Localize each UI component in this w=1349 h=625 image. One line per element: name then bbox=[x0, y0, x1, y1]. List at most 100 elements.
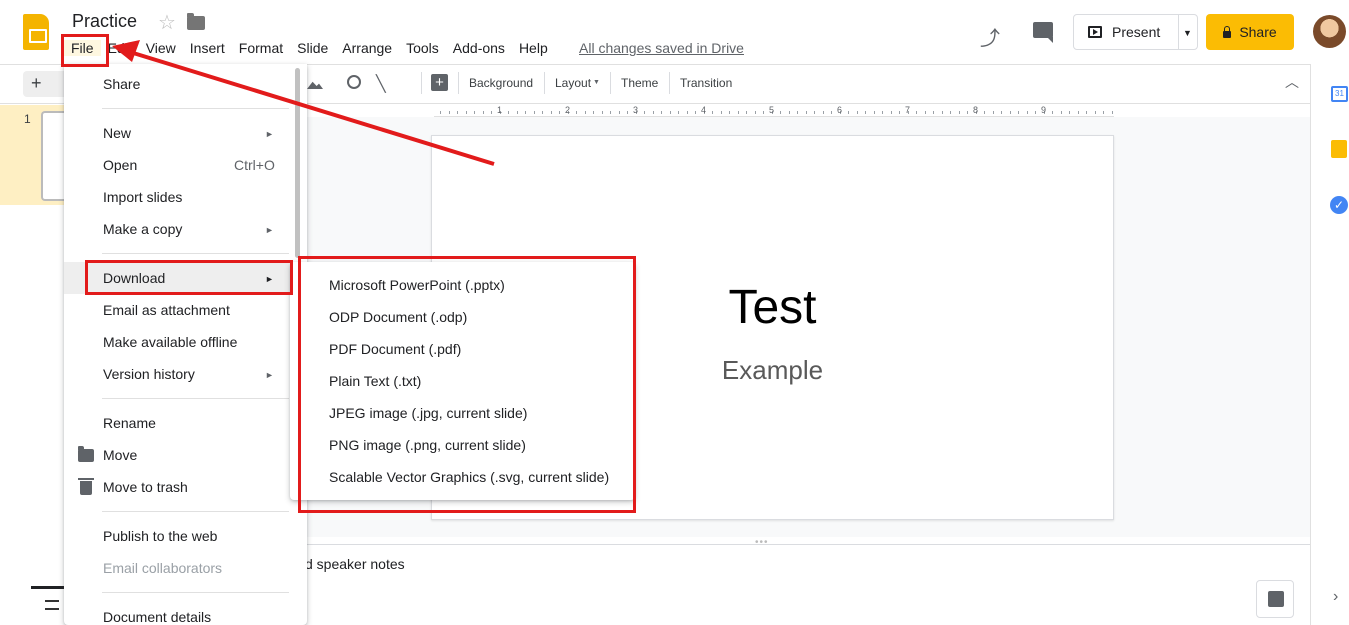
ruler-tick bbox=[457, 111, 458, 114]
notes-resize-handle[interactable]: ••• bbox=[755, 537, 769, 548]
save-status-link[interactable]: All changes saved in Drive bbox=[579, 40, 744, 56]
lock-icon bbox=[1223, 25, 1232, 38]
menu-item-import-slides[interactable]: Import slides bbox=[103, 189, 182, 205]
menu-item-document-details[interactable]: Document details bbox=[103, 609, 211, 625]
add-comment-icon[interactable]: + bbox=[431, 74, 448, 91]
ruler-tick bbox=[533, 111, 535, 114]
ruler-tick bbox=[1035, 111, 1036, 114]
chevron-down-icon[interactable]: ▼ bbox=[1183, 28, 1192, 38]
menu-help[interactable]: Help bbox=[512, 40, 555, 56]
ruler-tick bbox=[661, 111, 662, 114]
ruler-number: 1 bbox=[497, 105, 503, 115]
menu-item-move-to-trash[interactable]: Move to trash bbox=[103, 479, 188, 495]
ruler-tick bbox=[508, 111, 509, 114]
toolbar-divider bbox=[610, 72, 611, 94]
ruler-tick bbox=[669, 111, 671, 114]
menu-divider bbox=[102, 511, 289, 512]
present-label: Present bbox=[1112, 24, 1161, 40]
menu-bar: File Edit View Insert Format Slide Arran… bbox=[64, 38, 555, 58]
ruler-tick bbox=[984, 111, 985, 114]
new-slide-button[interactable]: + bbox=[23, 71, 68, 97]
submenu-arrow-icon: ► bbox=[265, 370, 274, 380]
menu-item-share[interactable]: Share bbox=[103, 76, 140, 92]
line-icon[interactable]: ╲ bbox=[376, 74, 386, 94]
view-tab-indicator bbox=[31, 586, 65, 589]
menu-addons[interactable]: Add-ons bbox=[446, 40, 512, 56]
keep-icon[interactable] bbox=[1331, 140, 1347, 158]
present-icon bbox=[1088, 26, 1102, 38]
menu-item-email-as-attachment[interactable]: Email as attachment bbox=[103, 302, 230, 318]
ruler-number: 6 bbox=[837, 105, 843, 115]
plus-icon: + bbox=[31, 73, 42, 93]
document-title[interactable]: Practice bbox=[72, 11, 137, 32]
ruler-tick bbox=[814, 111, 815, 114]
ruler-tick bbox=[482, 111, 484, 114]
menu-insert[interactable]: Insert bbox=[183, 40, 232, 56]
folder-icon bbox=[78, 446, 94, 462]
toolbar-divider bbox=[458, 72, 459, 94]
menu-item-publish-to-the-web[interactable]: Publish to the web bbox=[103, 528, 217, 544]
menu-scrollbar[interactable] bbox=[295, 68, 300, 258]
ruler-tick bbox=[584, 111, 586, 114]
theme-button[interactable]: Theme bbox=[621, 76, 658, 90]
ruler-tick bbox=[1103, 111, 1104, 114]
chevron-right-icon[interactable]: › bbox=[1333, 588, 1338, 606]
slides-logo-icon[interactable] bbox=[23, 14, 49, 50]
ruler-tick bbox=[763, 111, 764, 114]
ruler-tick bbox=[856, 111, 858, 114]
ruler-tick bbox=[780, 111, 781, 114]
menu-item-move[interactable]: Move bbox=[103, 447, 137, 463]
menu-divider bbox=[102, 108, 289, 109]
menu-divider bbox=[102, 398, 289, 399]
shape-icon[interactable] bbox=[347, 75, 361, 89]
share-button[interactable]: Share bbox=[1206, 14, 1294, 50]
ruler-number: 5 bbox=[769, 105, 775, 115]
menu-arrange[interactable]: Arrange bbox=[335, 40, 399, 56]
folder-icon[interactable] bbox=[187, 13, 205, 30]
present-button[interactable]: Present ▼ bbox=[1073, 14, 1198, 50]
calendar-icon[interactable]: 31 bbox=[1331, 86, 1348, 102]
ruler-tick bbox=[1018, 111, 1019, 114]
menu-item-version-history[interactable]: Version history bbox=[103, 366, 195, 382]
menu-item-rename[interactable]: Rename bbox=[103, 415, 156, 431]
speaker-notes-placeholder[interactable]: d speaker notes bbox=[305, 556, 405, 572]
layout-button[interactable]: Layout bbox=[555, 76, 591, 90]
menu-item-make-a-copy[interactable]: Make a copy bbox=[103, 221, 182, 237]
activity-trend-icon[interactable]: ⤴ bbox=[980, 22, 1000, 51]
annotation-box-file bbox=[61, 34, 109, 67]
menu-slide[interactable]: Slide bbox=[290, 40, 335, 56]
ruler-tick bbox=[1026, 111, 1028, 114]
ruler-tick bbox=[601, 111, 603, 114]
slide-number: 1 bbox=[24, 112, 31, 126]
menu-item-make-available-offline[interactable]: Make available offline bbox=[103, 334, 237, 350]
ruler-tick bbox=[958, 111, 960, 114]
ruler-tick bbox=[822, 111, 824, 114]
present-divider bbox=[1178, 15, 1179, 49]
ruler-tick bbox=[933, 111, 934, 114]
menu-item-open[interactable]: Open bbox=[103, 157, 137, 173]
tasks-icon[interactable]: ✓ bbox=[1330, 196, 1348, 214]
transition-button[interactable]: Transition bbox=[680, 76, 732, 90]
ruler-tick bbox=[618, 111, 620, 114]
comment-icon[interactable] bbox=[1033, 22, 1053, 43]
menu-tools[interactable]: Tools bbox=[399, 40, 446, 56]
ruler-number: 9 bbox=[1041, 105, 1047, 115]
avatar[interactable] bbox=[1313, 15, 1346, 48]
annotation-box-submenu bbox=[298, 256, 636, 513]
ruler-tick bbox=[1077, 111, 1079, 114]
menu-item-new[interactable]: New bbox=[103, 125, 131, 141]
background-button[interactable]: Background bbox=[469, 76, 533, 90]
ruler-tick bbox=[627, 111, 628, 114]
star-icon[interactable]: ☆ bbox=[158, 10, 176, 35]
menu-view[interactable]: View bbox=[139, 40, 183, 56]
ruler-tick bbox=[746, 111, 747, 114]
ruler-tick bbox=[678, 111, 679, 114]
menu-format[interactable]: Format bbox=[232, 40, 290, 56]
ruler-number: 7 bbox=[905, 105, 911, 115]
chevron-down-icon: ▼ bbox=[593, 79, 600, 86]
explore-button[interactable] bbox=[1256, 580, 1294, 618]
ruler-tick bbox=[525, 111, 526, 114]
toolbar-divider bbox=[669, 72, 670, 94]
grid-view-icon[interactable] bbox=[45, 600, 59, 610]
collapse-toolbar-icon[interactable]: ︿ bbox=[1285, 72, 1299, 92]
